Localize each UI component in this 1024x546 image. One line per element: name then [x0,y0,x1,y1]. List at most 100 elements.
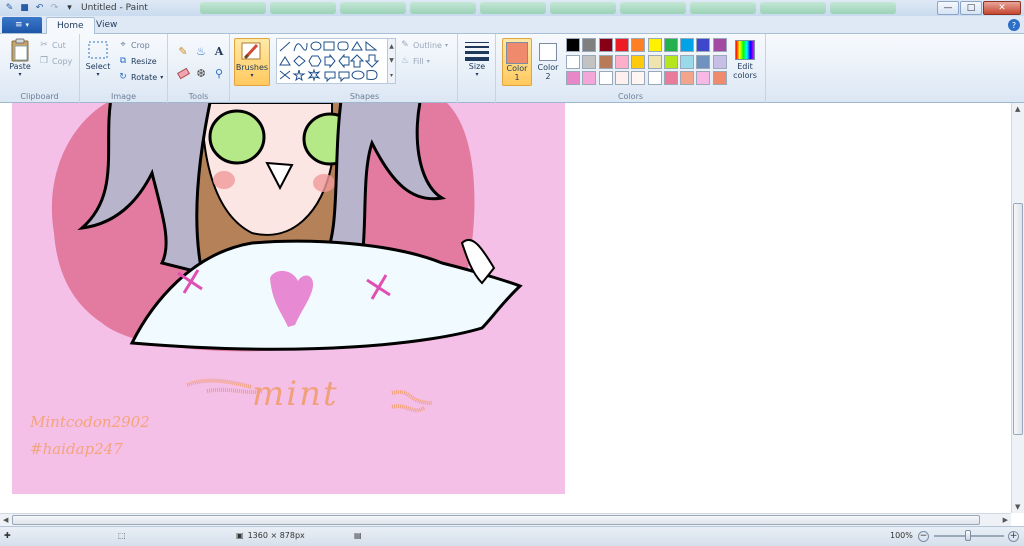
clipboard-group-label: Clipboard [20,92,59,101]
color2-slot[interactable]: Color 2 [534,38,562,86]
cut-label: Cut [52,40,66,50]
copy-button[interactable]: ❐ Copy [39,56,72,66]
palette-swatch[interactable] [582,38,597,52]
palette-swatch[interactable] [582,54,597,69]
edit-colors-button[interactable]: Edit colors [730,38,760,86]
palette-swatch[interactable] [712,38,727,52]
palette-swatch[interactable] [566,71,580,85]
cut-button[interactable]: ✂ Cut [39,40,66,50]
color1-slot[interactable]: Color 1 [502,38,532,86]
palette-swatch[interactable] [663,38,678,52]
palette-swatch[interactable] [582,71,597,85]
resize-button[interactable]: ⧉ Resize [118,56,157,66]
crop-button[interactable]: ⌖ Crop [118,40,149,50]
palette-swatch[interactable] [680,54,695,69]
palette-swatch[interactable] [712,54,727,69]
vertical-scrollbar[interactable]: ▲ ▼ [1011,103,1024,513]
palette-swatch[interactable] [631,38,646,52]
file-menu-button[interactable]: ≡ ▾ [2,17,42,33]
color2-swatch [539,43,557,61]
ribbon: Paste ▾ ✂ Cut ❐ Copy Clipboard Select ▾ … [0,34,1024,103]
chevron-down-icon[interactable]: ▼ [389,57,394,64]
minimize-button[interactable]: — [937,1,959,15]
color1-swatch [506,42,528,64]
zoom-out-button[interactable]: − [918,531,929,542]
palette-swatch[interactable] [614,71,629,85]
clipboard-group: Paste ▾ ✂ Cut ❐ Copy Clipboard [0,34,80,103]
image-group-label: Image [110,92,137,101]
expand-gallery-icon[interactable]: ▾ [390,72,393,79]
horizontal-scrollbar[interactable]: ◀ ▶ [0,513,1011,526]
outline-icon: ✎ [401,40,409,50]
color-picker-icon[interactable]: ❆ [192,64,210,82]
maximize-button[interactable]: □ [960,1,982,15]
chevron-down-icon: ▾ [444,41,448,49]
paint-app-icon[interactable]: ✎ [4,3,15,14]
palette-swatch[interactable] [614,38,629,52]
palette-swatch[interactable] [696,38,711,52]
eraser-icon[interactable] [174,64,192,82]
background-tab [340,2,406,14]
chevron-down-icon: ▾ [250,72,254,79]
palette-swatch[interactable] [614,54,629,69]
fill-button[interactable]: ♨ Fill ▾ [400,56,430,66]
file-size: ▤ [354,531,362,540]
background-tab [760,2,826,14]
palette-swatch[interactable] [663,54,678,69]
pencil-icon[interactable]: ✎ [174,42,192,60]
fill-bucket-icon[interactable]: ♨ [192,42,210,60]
redo-icon[interactable]: ↷ [49,3,60,14]
size-button[interactable]: Size ▾ [462,40,492,78]
tab-view[interactable]: View [86,17,127,35]
palette-swatch[interactable] [680,38,695,52]
magnifier-icon[interactable]: ⚲ [210,64,228,82]
save-icon[interactable]: ■ [19,3,30,14]
text-tool-icon[interactable]: A [210,42,228,60]
fill-label: Fill [413,56,424,66]
paste-icon [11,38,29,62]
palette-swatch[interactable] [647,71,662,85]
select-button[interactable]: Select ▾ [85,40,111,78]
palette-swatch[interactable] [663,71,678,85]
palette-swatch[interactable] [631,54,646,69]
scroll-left-icon[interactable]: ◀ [3,516,8,524]
image-group: Select ▾ ⌖ Crop ⧉ Resize ↻ Rotate ▾ Imag… [80,34,168,103]
zoom-in-button[interactable]: + [1008,531,1019,542]
close-button[interactable]: ✕ [983,1,1021,15]
scroll-down-icon[interactable]: ▼ [1015,503,1020,511]
undo-icon[interactable]: ↶ [34,3,45,14]
help-icon[interactable]: ? [1008,19,1020,31]
drawing-canvas[interactable]: mint Mintcodon2902 #haidap247 [12,103,565,494]
palette-swatch[interactable] [598,71,613,85]
palette-swatch[interactable] [647,54,662,69]
drawing-workspace[interactable]: mint Mintcodon2902 #haidap247 [0,103,1024,513]
horizontal-scroll-thumb[interactable] [12,515,980,525]
chevron-down-icon: ▾ [160,73,164,81]
customize-qat-icon[interactable]: ▾ [64,3,75,14]
zoom-slider-thumb[interactable] [965,530,971,541]
palette-swatch[interactable] [598,54,613,69]
fill-icon: ♨ [400,56,410,66]
scroll-up-icon[interactable]: ▲ [1015,105,1020,113]
palette-swatch[interactable] [696,71,711,85]
outline-button[interactable]: ✎ Outline ▾ [400,40,448,50]
palette-swatch[interactable] [712,71,727,85]
palette-swatch[interactable] [696,54,711,69]
shapes-scroll[interactable]: ▲ ▼ ▾ [387,38,396,84]
palette-swatch[interactable] [566,54,580,69]
edit-colors-label: Edit [737,62,753,71]
paste-button[interactable]: Paste ▾ [6,38,34,78]
rotate-button[interactable]: ↻ Rotate ▾ [118,72,163,82]
palette-swatch[interactable] [680,71,695,85]
palette-swatch[interactable] [598,38,613,52]
palette-swatch[interactable] [566,38,580,52]
palette-swatch[interactable] [647,38,662,52]
palette-swatch[interactable] [631,71,646,85]
vertical-scroll-thumb[interactable] [1013,203,1023,435]
selection-size: ⬚ [118,531,126,540]
scroll-right-icon[interactable]: ▶ [1003,516,1008,524]
chevron-up-icon[interactable]: ▲ [389,43,394,50]
background-tab [410,2,476,14]
chevron-down-icon: ▾ [426,57,430,65]
brushes-button[interactable]: Brushes ▾ [234,38,270,86]
